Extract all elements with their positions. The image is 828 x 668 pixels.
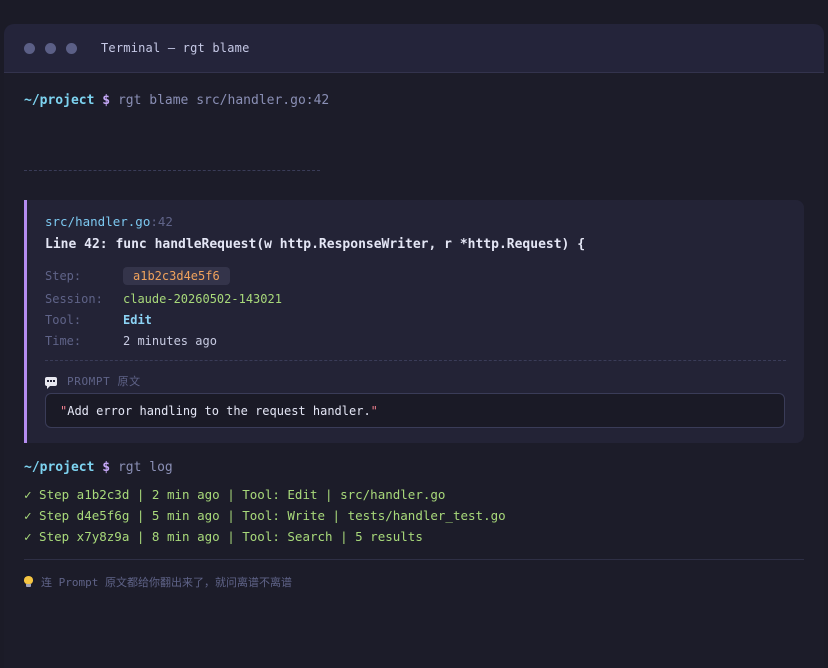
prompt-path: ~/project	[24, 93, 95, 108]
window-title: Terminal — rgt blame	[101, 41, 250, 55]
blame-result-card: src/handler.go:42 Line 42: func handleRe…	[24, 200, 804, 443]
card-divider	[45, 360, 786, 361]
meta-session-row: Session: claude-20260502-143021	[45, 292, 282, 306]
command-text: rgt log	[117, 460, 173, 475]
prompt-header: PROMPT 原文	[45, 373, 141, 389]
window-close-icon[interactable]	[24, 42, 35, 54]
file-line-number: :42	[150, 214, 173, 229]
session-value: claude-20260502-143021	[123, 292, 282, 306]
log-entry: ✓ Step a1b2c3d | 2 min ago | Tool: Edit …	[24, 487, 446, 502]
meta-tool-row: Tool: Edit	[45, 313, 152, 327]
meta-time-row: Time: 2 minutes ago	[45, 334, 217, 348]
step-label: Step:	[45, 269, 82, 283]
tip-line: 连 Prompt 原文都给你翻出来了，就问离谱不离谱	[24, 574, 292, 590]
session-label: Session:	[45, 292, 103, 306]
file-name: src/handler.go	[45, 214, 151, 229]
meta-step-row: Step: a1b2c3d4e5f6	[45, 267, 230, 285]
step-hash-badge[interactable]: a1b2c3d4e5f6	[123, 267, 230, 285]
log-entry: ✓ Step x7y8z9a | 8 min ago | Tool: Searc…	[24, 529, 423, 544]
command-line-log: ~/project $ rgt log	[24, 460, 173, 475]
prompt-open-quote: "	[60, 403, 68, 418]
prompt-text-box: " Add error handling to the request handl…	[45, 393, 785, 428]
command-line-blame: ~/project $ rgt blame src/handler.go:42	[24, 93, 329, 108]
time-label: Time:	[45, 334, 82, 348]
blame-file-location: src/handler.go:42	[45, 214, 173, 229]
blame-code-line: Line 42: func handleRequest(w http.Respo…	[45, 237, 586, 252]
time-value: 2 minutes ago	[123, 334, 217, 348]
prompt-symbol: $	[102, 460, 111, 475]
prompt-path: ~/project	[24, 460, 95, 475]
terminal-window: Terminal — rgt blame ~/project $ rgt bla…	[4, 24, 824, 668]
chat-bubble-icon	[45, 376, 57, 389]
prompt-close-quote: "	[370, 403, 378, 418]
footer-divider	[24, 559, 804, 560]
separator-line	[24, 170, 320, 171]
prompt-header-label: PROMPT 原文	[67, 375, 141, 388]
tool-label: Tool:	[45, 313, 82, 327]
prompt-text: Add error handling to the request handle…	[67, 403, 371, 418]
tool-value: Edit	[123, 313, 152, 327]
prompt-symbol: $	[102, 93, 111, 108]
title-bar: Terminal — rgt blame	[4, 24, 824, 73]
window-maximize-icon[interactable]	[66, 42, 77, 54]
window-minimize-icon[interactable]	[45, 42, 56, 54]
log-entry: ✓ Step d4e5f6g | 5 min ago | Tool: Write…	[24, 508, 506, 523]
command-text: rgt blame src/handler.go:42	[117, 93, 330, 108]
tip-text: 连 Prompt 原文都给你翻出来了，就问离谱不离谱	[41, 576, 292, 589]
lightbulb-icon	[24, 576, 33, 588]
